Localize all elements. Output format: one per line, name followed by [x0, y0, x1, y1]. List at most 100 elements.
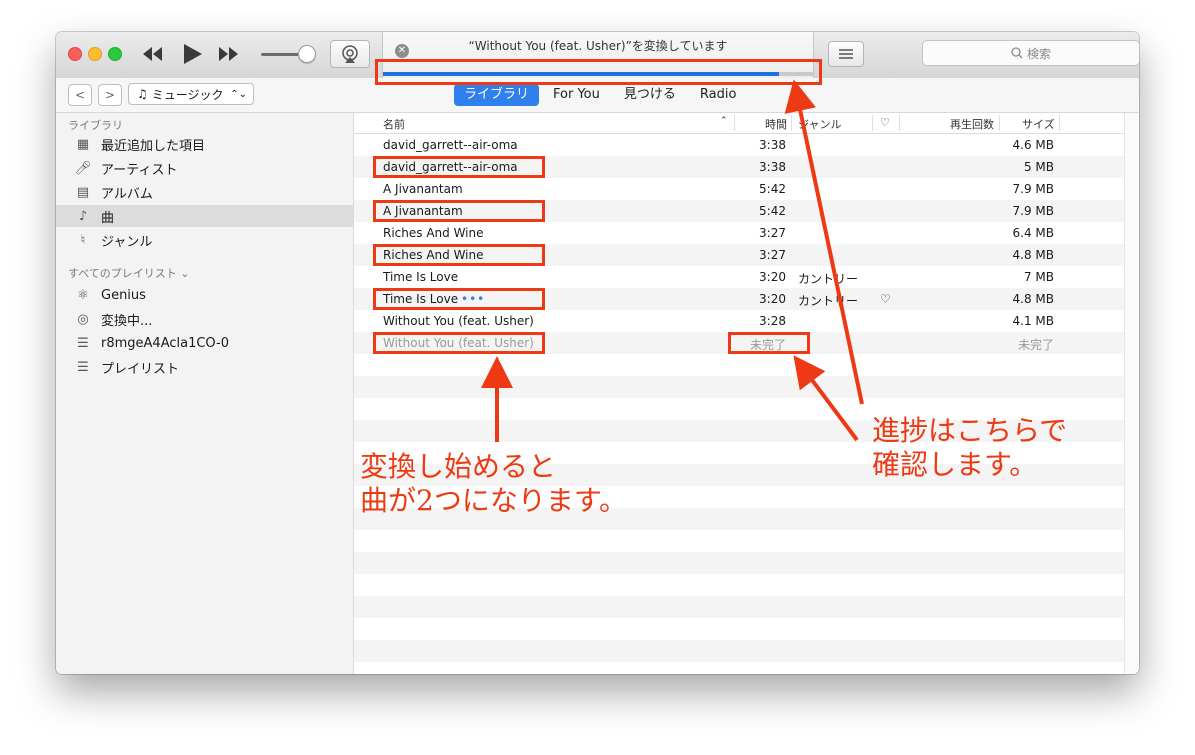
genre-icon: ♮ — [80, 232, 86, 248]
table-row[interactable]: Time Is Love 3:20 カントリー 7 MB — [354, 266, 1124, 288]
sidebar-item-label: 変換中... — [101, 313, 153, 329]
tab-bar: ライブラリ For You 見つける Radio — [454, 84, 746, 106]
annotation-highlight-row — [373, 156, 545, 178]
song-time-cell: 3:27 — [759, 226, 786, 240]
list-icon — [839, 49, 853, 59]
music-note-icon: ♫ — [137, 87, 148, 101]
annotation-caption-left-line1: 変換し始めると — [360, 450, 557, 483]
microphone-icon: 🎤︎ — [74, 160, 92, 176]
song-time-cell: 5:42 — [759, 182, 786, 196]
song-genre-cell: カントリー — [798, 294, 859, 308]
chevron-right-icon: > — [104, 88, 116, 102]
sidebar-item-label: プレイリスト — [101, 361, 180, 377]
annotation-highlight-row — [373, 200, 545, 222]
table-row[interactable]: Riches And Wine 3:27 6.4 MB — [354, 222, 1124, 244]
search-placeholder: 検索 — [1026, 46, 1051, 61]
play-icon[interactable] — [180, 42, 204, 66]
sidebar-item-label: r8mgeA4Acla1CO-0 — [101, 335, 229, 351]
itunes-window: ✕ “Without You (feat. Usher)”を変換しています 検索… — [56, 32, 1139, 674]
song-size-cell: 6.4 MB — [1012, 226, 1054, 240]
song-size-cell: 4.6 MB — [1012, 138, 1054, 152]
annotation-caption-right-line1: 進捗はこちらで — [872, 414, 1068, 447]
album-icon: ▤ — [76, 184, 90, 200]
sidebar-item-playlist[interactable]: ☰ プレイリスト — [56, 356, 353, 378]
sidebar-item-playlist-r8mge[interactable]: ☰ r8mgeA4Acla1CO-0 — [56, 332, 353, 354]
annotation-highlight-incomplete — [728, 332, 810, 354]
table-row[interactable]: david_garrett--air-oma 3:38 4.6 MB — [354, 134, 1124, 156]
sidebar-item-label: 曲 — [101, 210, 115, 226]
tab-for-you[interactable]: For You — [543, 84, 610, 106]
column-header-plays[interactable]: 再生回数 — [950, 116, 994, 132]
sidebar: ライブラリ ▦ 最近追加した項目 🎤︎ アーティスト ▤ アルバム ♪ 曲 ♮ … — [56, 113, 354, 674]
close-window-button[interactable] — [68, 47, 82, 61]
annotation-caption-left-line2: 曲が2つになります。 — [360, 484, 628, 517]
song-name-cell: Riches And Wine — [383, 226, 484, 240]
song-name-cell: Without You (feat. Usher) — [383, 314, 534, 328]
sidebar-item-converting[interactable]: ◎ 変換中... — [56, 308, 353, 330]
song-size-cell: 7.9 MB — [1012, 204, 1054, 218]
airplay-button[interactable] — [330, 40, 370, 68]
up-next-button[interactable] — [828, 41, 864, 67]
sidebar-item-artists[interactable]: 🎤︎ アーティスト — [56, 157, 353, 179]
annotation-highlight-progress — [375, 59, 822, 85]
song-size-cell: 7 MB — [1023, 270, 1054, 284]
annotation-highlight-row — [373, 288, 545, 310]
table-header: 名前 ⌃ 時間 ジャンル ♡ 再生回数 サイズ — [354, 113, 1124, 134]
music-note-icon: ♪ — [78, 208, 88, 224]
song-list: 名前 ⌃ 時間 ジャンル ♡ 再生回数 サイズ david_garrett--a… — [354, 113, 1139, 674]
sidebar-item-albums[interactable]: ▤ アルバム — [56, 181, 353, 203]
song-time-cell: 3:28 — [759, 314, 786, 328]
sidebar-item-genius[interactable]: ⚛ Genius — [56, 284, 353, 306]
empty-row — [354, 376, 1124, 398]
media-kind-label: ミュージック — [151, 87, 224, 102]
table-row[interactable]: A Jivanantam 5:42 7.9 MB — [354, 178, 1124, 200]
empty-row — [354, 640, 1124, 662]
sort-ascending-icon[interactable]: ⌃ — [720, 116, 728, 126]
tab-radio[interactable]: Radio — [690, 84, 747, 106]
chevron-left-icon: < — [74, 88, 86, 102]
conversion-status-text: “Without You (feat. Usher)”を変換しています — [468, 39, 728, 53]
playlist-icon: ☰ — [77, 359, 89, 375]
song-time-cell: 5:42 — [759, 204, 786, 218]
song-time-cell: 3:38 — [759, 160, 786, 174]
song-size-cell: 7.9 MB — [1012, 182, 1054, 196]
annotation-caption-right-line2: 確認します。 — [872, 448, 1038, 481]
annotation-caption-left: 変換し始めると 曲が2つになります。 — [360, 450, 627, 518]
column-header-genre[interactable]: ジャンル — [798, 116, 841, 132]
minimize-window-button[interactable] — [88, 47, 102, 61]
back-button[interactable]: < — [68, 84, 92, 106]
media-kind-select[interactable]: ♫ ミュージック ⌃⌄ — [128, 83, 254, 105]
tab-browse[interactable]: 見つける — [614, 84, 686, 106]
grid-icon: ▦ — [76, 136, 90, 152]
song-time-cell: 3:27 — [759, 248, 786, 262]
song-time-cell: 3:20 — [759, 292, 786, 306]
sidebar-item-genres[interactable]: ♮ ジャンル — [56, 229, 353, 251]
song-size-cell: 4.8 MB — [1012, 292, 1054, 306]
column-header-name[interactable]: 名前 — [383, 116, 405, 132]
waveform-icon: ◎ — [77, 311, 89, 327]
sidebar-item-songs[interactable]: ♪ 曲 — [56, 205, 353, 227]
rewind-icon[interactable] — [141, 45, 165, 63]
fast-forward-icon[interactable] — [217, 45, 241, 63]
airplay-icon — [342, 45, 358, 63]
search-icon — [1011, 47, 1023, 59]
zoom-window-button[interactable] — [108, 47, 122, 61]
column-header-love[interactable]: ♡ — [880, 116, 890, 129]
playlists-section-header[interactable]: すべてのプレイリスト ⌄ — [68, 265, 190, 281]
song-love-cell: ♡ — [880, 292, 891, 306]
song-time-cell: 3:20 — [759, 270, 786, 284]
forward-button[interactable]: > — [98, 84, 122, 106]
tab-library[interactable]: ライブラリ — [454, 84, 540, 106]
song-name-cell: A Jivanantam — [383, 182, 463, 196]
column-header-time[interactable]: 時間 — [765, 116, 787, 132]
column-header-size[interactable]: サイズ — [1022, 116, 1055, 132]
sidebar-item-recently-added[interactable]: ▦ 最近追加した項目 — [56, 133, 353, 155]
vertical-scrollbar[interactable] — [1124, 113, 1139, 674]
sidebar-item-label: 最近追加した項目 — [101, 138, 206, 154]
table-row[interactable]: Without You (feat. Usher) 3:28 4.1 MB — [354, 310, 1124, 332]
volume-slider-knob[interactable] — [298, 45, 316, 63]
search-field[interactable]: 検索 — [922, 40, 1139, 66]
song-name-cell: david_garrett--air-oma — [383, 138, 518, 152]
song-name-cell: Time Is Love — [383, 270, 459, 284]
song-time-cell: 3:38 — [759, 138, 786, 152]
